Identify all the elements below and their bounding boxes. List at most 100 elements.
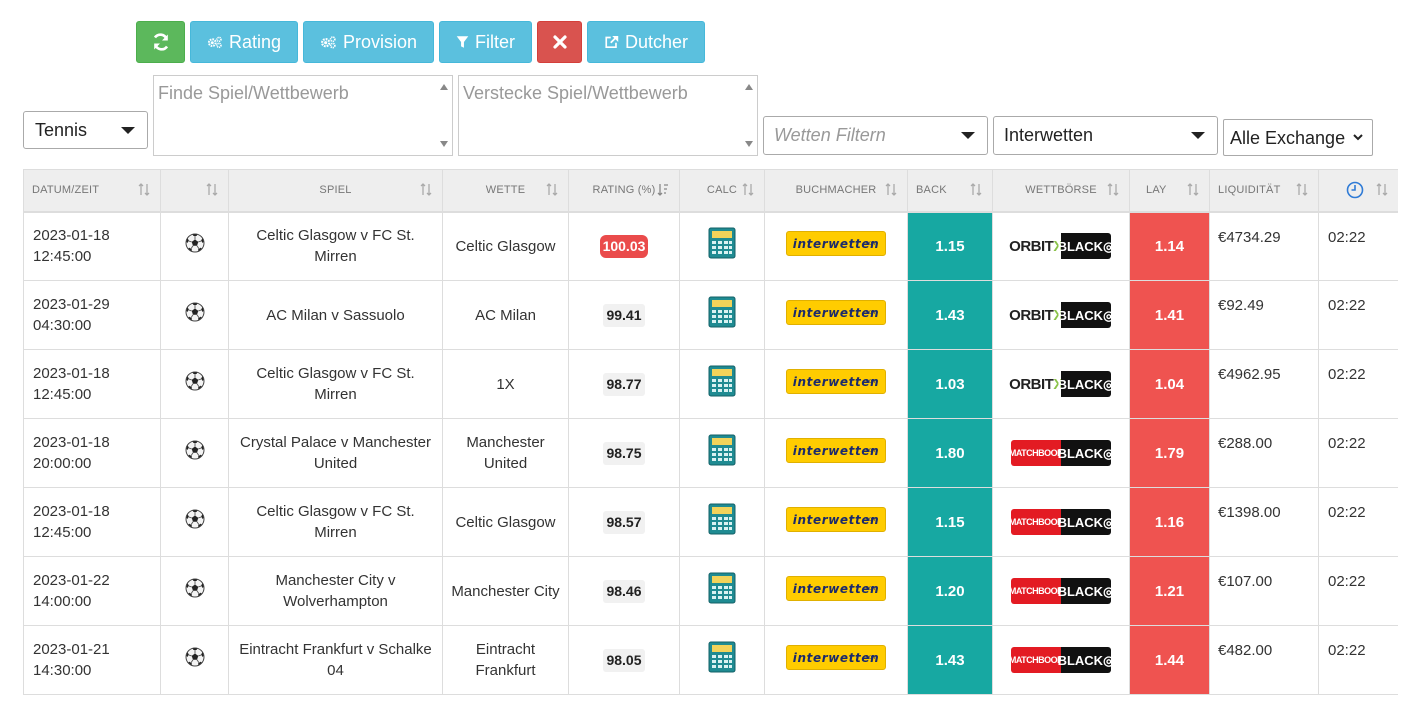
header-exchange[interactable]: WETTBÖRSE xyxy=(992,169,1130,213)
matchbook-black-logo[interactable]: MATCHBOOK BLACK ◎ xyxy=(1009,440,1114,466)
orbitx-black-logo[interactable]: ORBIT X BLACK ◎ xyxy=(1009,371,1114,397)
header-rating[interactable]: RATING (%) xyxy=(568,169,680,213)
header-back[interactable]: BACK xyxy=(907,169,993,213)
filter-button[interactable]: Filter xyxy=(439,21,532,63)
header-lay[interactable]: LAY xyxy=(1129,169,1210,213)
back-odds-cell[interactable]: 1.15 xyxy=(907,211,993,281)
sport-cell xyxy=(160,487,229,557)
interwetten-logo[interactable]: interwetten .com xyxy=(786,506,886,532)
gears-icon xyxy=(320,36,336,49)
table-row[interactable]: 2023-01-18 12:45:00 Celtic Glasgow v FC … xyxy=(23,349,1398,419)
exchange-cell: MATCHBOOK BLACK ◎ xyxy=(992,556,1130,626)
bookmaker-select[interactable]: Interwetten xyxy=(993,116,1218,155)
header-updated[interactable] xyxy=(1318,169,1398,213)
table-row[interactable]: 2023-01-18 12:45:00 Celtic Glasgow v FC … xyxy=(23,487,1398,557)
textarea-scrollbar[interactable] xyxy=(740,76,757,155)
interwetten-logo[interactable]: interwetten .com xyxy=(786,368,886,394)
sport-select[interactable]: Tennis xyxy=(23,111,148,149)
bets-filter-select[interactable]: Wetten Filtern xyxy=(763,116,988,155)
exchange-select[interactable]: Alle Exchange xyxy=(1223,119,1373,156)
refresh-button[interactable] xyxy=(136,21,185,63)
calc-cell xyxy=(679,556,765,626)
header-liquidity[interactable]: LIQUIDITÄT xyxy=(1209,169,1319,213)
scroll-up-icon xyxy=(745,84,753,90)
rating-badge: 98.75 xyxy=(603,441,645,465)
black-text: BLACK xyxy=(1057,514,1104,530)
time-text: 14:00:00 xyxy=(33,593,92,610)
back-odds-cell[interactable]: 1.03 xyxy=(907,349,993,419)
lay-odds-cell[interactable]: 1.44 xyxy=(1129,625,1210,695)
lay-odds-cell[interactable]: 1.21 xyxy=(1129,556,1210,626)
back-odds-cell[interactable]: 1.43 xyxy=(907,625,993,695)
orbitx-black-logo[interactable]: ORBIT X BLACK ◎ xyxy=(1009,302,1114,328)
dutcher-button[interactable]: Dutcher xyxy=(587,21,705,63)
lay-odds-cell[interactable]: 1.04 xyxy=(1129,349,1210,419)
calculator-icon[interactable] xyxy=(708,365,736,397)
black-text: BLACK xyxy=(1057,583,1104,599)
calculator-icon[interactable] xyxy=(708,641,736,673)
back-odds-cell[interactable]: 1.43 xyxy=(907,280,993,350)
table-row[interactable]: 2023-01-18 12:45:00 Celtic Glasgow v FC … xyxy=(23,211,1398,281)
interwetten-logo[interactable]: interwetten .com xyxy=(786,644,886,670)
back-odds-cell[interactable]: 1.15 xyxy=(907,487,993,557)
rating-cell: 98.57 xyxy=(568,487,680,557)
textarea-scrollbar[interactable] xyxy=(435,76,452,155)
header-sport[interactable] xyxy=(160,169,229,213)
header-label: DATUM/ZEIT xyxy=(32,184,100,197)
lay-odds-cell[interactable]: 1.79 xyxy=(1129,418,1210,488)
sort-icon xyxy=(1296,183,1308,196)
calculator-icon[interactable] xyxy=(708,503,736,535)
lay-odds-cell[interactable]: 1.16 xyxy=(1129,487,1210,557)
find-match-input[interactable]: Finde Spiel/Wettbewerb xyxy=(153,75,453,156)
interwetten-logo[interactable]: interwetten .com xyxy=(786,437,886,463)
table-row[interactable]: 2023-01-22 14:00:00 Manchester City v Wo… xyxy=(23,556,1398,626)
lay-odds-cell[interactable]: 1.14 xyxy=(1129,211,1210,281)
back-odds-cell[interactable]: 1.20 xyxy=(907,556,993,626)
sort-icon xyxy=(742,183,754,196)
matchbook-black-logo[interactable]: MATCHBOOK BLACK ◎ xyxy=(1009,509,1114,535)
matchbook-black-logo[interactable]: MATCHBOOK BLACK ◎ xyxy=(1009,647,1114,673)
bookmaker-cell: interwetten .com xyxy=(764,349,908,419)
table-row[interactable]: 2023-01-18 20:00:00 Crystal Palace v Man… xyxy=(23,418,1398,488)
exchange-cell: ORBIT X BLACK ◎ xyxy=(992,211,1130,281)
header-calc[interactable]: CALC xyxy=(679,169,765,213)
matchbook-logo: MATCHBOOK xyxy=(1009,440,1064,466)
orbitx-black-logo[interactable]: ORBIT X BLACK ◎ xyxy=(1009,233,1114,260)
header-bet[interactable]: WETTE xyxy=(442,169,569,213)
interwetten-logo[interactable]: interwetten .com xyxy=(786,230,886,256)
sort-icon xyxy=(1187,183,1199,196)
interwetten-logo-suffix: .com xyxy=(863,309,877,316)
back-odds-cell[interactable]: 1.80 xyxy=(907,418,993,488)
scroll-up-icon xyxy=(440,84,448,90)
lay-odds-cell[interactable]: 1.41 xyxy=(1129,280,1210,350)
calculator-icon[interactable] xyxy=(708,572,736,604)
hide-match-input[interactable]: Verstecke Spiel/Wettbewerb xyxy=(458,75,758,156)
header-match[interactable]: SPIEL xyxy=(228,169,443,213)
interwetten-logo-suffix: .com xyxy=(863,516,877,523)
calc-cell xyxy=(679,280,765,350)
provision-button[interactable]: Provision xyxy=(303,21,434,63)
liquidity-cell: €482.00 xyxy=(1209,625,1319,695)
interwetten-logo[interactable]: interwetten .com xyxy=(786,299,886,325)
bookmaker-cell: interwetten .com xyxy=(764,418,908,488)
clear-button[interactable] xyxy=(537,21,582,63)
black-logo: BLACK ◎ xyxy=(1057,578,1114,604)
calculator-icon[interactable] xyxy=(708,296,736,328)
exchange-cell: MATCHBOOK BLACK ◎ xyxy=(992,487,1130,557)
header-datetime[interactable]: DATUM/ZEIT xyxy=(23,169,161,213)
calculator-icon[interactable] xyxy=(708,227,736,259)
soccer-ball-icon xyxy=(185,371,204,391)
updated-cell: 02:22 xyxy=(1318,625,1398,695)
interwetten-logo[interactable]: interwetten .com xyxy=(786,575,886,601)
updated-cell: 02:22 xyxy=(1318,556,1398,626)
updated-cell: 02:22 xyxy=(1318,211,1398,281)
rating-button[interactable]: Rating xyxy=(190,21,298,63)
sort-icon xyxy=(1376,183,1388,196)
table-row[interactable]: 2023-01-21 14:30:00 Eintracht Frankfurt … xyxy=(23,625,1398,695)
table-row[interactable]: 2023-01-29 04:30:00 AC Milan v Sassuolo … xyxy=(23,280,1398,350)
date-text: 2023-01-18 xyxy=(33,434,110,451)
calculator-icon[interactable] xyxy=(708,434,736,466)
find-match-placeholder: Finde Spiel/Wettbewerb xyxy=(158,83,349,103)
header-bookmaker[interactable]: BUCHMACHER xyxy=(764,169,908,213)
matchbook-black-logo[interactable]: MATCHBOOK BLACK ◎ xyxy=(1009,578,1114,604)
